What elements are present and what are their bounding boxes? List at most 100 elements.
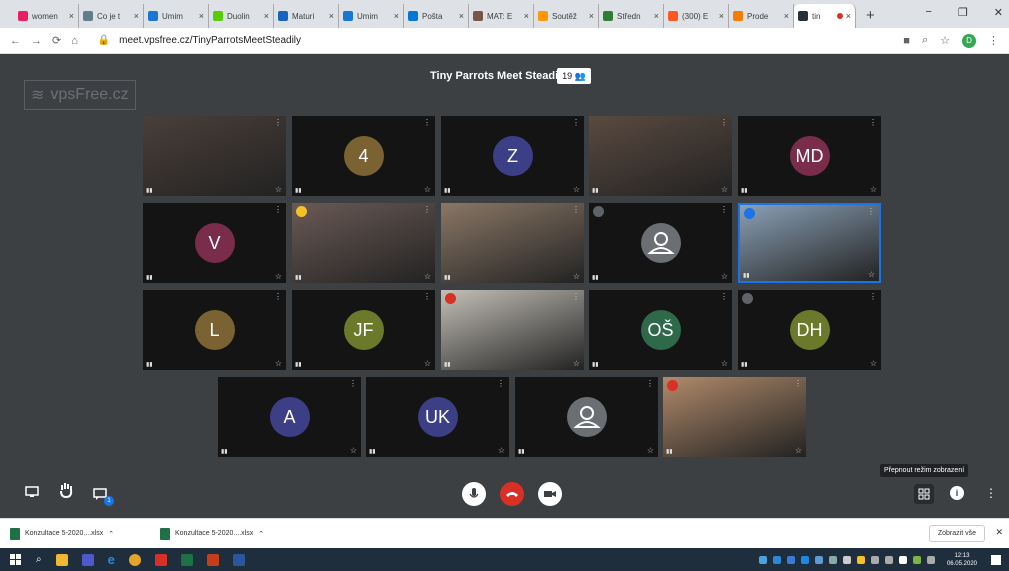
- tab-close-icon[interactable]: ×: [846, 11, 851, 21]
- browser-tab[interactable]: Pošta ×: [404, 4, 469, 28]
- participant-tile[interactable]: ⋮ ☆ ▮▮: [589, 203, 732, 283]
- close-window-button[interactable]: ✕: [994, 6, 1003, 19]
- back-icon[interactable]: ←: [10, 35, 21, 47]
- pin-star-icon[interactable]: ☆: [424, 359, 431, 368]
- pin-star-icon[interactable]: ☆: [350, 446, 357, 455]
- download-item[interactable]: Konzultace 5-2020....xlsx ⌃: [10, 527, 160, 540]
- browser-tab-active[interactable]: tin ×: [794, 4, 856, 28]
- tab-close-icon[interactable]: ×: [134, 11, 139, 21]
- participant-tile[interactable]: ⋮ ☆ ▮▮: [663, 377, 806, 457]
- tile-more-icon[interactable]: ⋮: [720, 292, 728, 301]
- tile-more-icon[interactable]: ⋮: [572, 292, 580, 301]
- participant-tile[interactable]: ⋮ ☆ ▮▮: [292, 203, 435, 283]
- browser-tab[interactable]: MAT: E ×: [469, 4, 534, 28]
- excel-icon[interactable]: [180, 553, 193, 566]
- browser-tab[interactable]: Soutěž ×: [534, 4, 599, 28]
- camera-button[interactable]: [538, 482, 562, 506]
- info-button[interactable]: i: [950, 486, 964, 500]
- pin-star-icon[interactable]: ☆: [721, 359, 728, 368]
- camera-permission-icon[interactable]: ■: [903, 35, 910, 47]
- browser-tab[interactable]: Středn ×: [599, 4, 664, 28]
- word-icon[interactable]: [232, 553, 245, 566]
- participant-tile[interactable]: ⋮ ☆ ▮▮: [441, 203, 584, 283]
- tile-more-icon[interactable]: ⋮: [274, 292, 282, 301]
- home-icon[interactable]: ⌂: [71, 35, 78, 47]
- pin-star-icon[interactable]: ☆: [275, 359, 282, 368]
- tray-icon[interactable]: [800, 555, 809, 564]
- tray-icon[interactable]: [814, 555, 823, 564]
- pin-star-icon[interactable]: ☆: [721, 272, 728, 281]
- browser-tab[interactable]: Maturi ×: [274, 4, 339, 28]
- tray-icon[interactable]: [758, 555, 767, 564]
- taskbar-clock[interactable]: 12:13 06.05.2020: [947, 552, 977, 568]
- browser-tab[interactable]: women ×: [14, 4, 79, 28]
- tab-close-icon[interactable]: ×: [589, 11, 594, 21]
- tab-close-icon[interactable]: ×: [394, 11, 399, 21]
- tab-close-icon[interactable]: ×: [524, 11, 529, 21]
- tile-more-icon[interactable]: ⋮: [646, 379, 654, 388]
- hangup-button[interactable]: [500, 482, 524, 506]
- participant-tile[interactable]: ⋮ ☆ ▮▮: [589, 116, 732, 196]
- tile-more-icon[interactable]: ⋮: [867, 207, 875, 216]
- maximize-button[interactable]: ❐: [958, 6, 968, 19]
- tile-more-icon[interactable]: ⋮: [869, 118, 877, 127]
- browser-menu-icon[interactable]: ⋮: [988, 34, 999, 47]
- tab-close-icon[interactable]: ×: [719, 11, 724, 21]
- powerpoint-icon[interactable]: [206, 553, 219, 566]
- battery-icon[interactable]: [898, 555, 907, 564]
- pin-star-icon[interactable]: ☆: [573, 185, 580, 194]
- chrome-icon[interactable]: [128, 553, 141, 566]
- tray-icon[interactable]: [828, 555, 837, 564]
- browser-tab[interactable]: Prode ×: [729, 4, 794, 28]
- browser-tab[interactable]: Duolin ×: [209, 4, 274, 28]
- tab-close-icon[interactable]: ×: [199, 11, 204, 21]
- chevron-up-icon[interactable]: ⌃: [258, 530, 264, 538]
- tray-icon[interactable]: [786, 555, 795, 564]
- tile-more-icon[interactable]: ⋮: [869, 292, 877, 301]
- tile-more-icon[interactable]: ⋮: [497, 379, 505, 388]
- search-icon[interactable]: ⌕: [36, 554, 42, 565]
- tile-more-icon[interactable]: ⋮: [572, 118, 580, 127]
- keyboard-icon[interactable]: [926, 555, 935, 564]
- participant-tile[interactable]: OŠ ⋮ ☆ ▮▮: [589, 290, 732, 370]
- tile-more-icon[interactable]: ⋮: [794, 379, 802, 388]
- bookmark-star-icon[interactable]: ☆: [940, 34, 950, 47]
- tile-more-icon[interactable]: ⋮: [423, 118, 431, 127]
- tile-more-icon[interactable]: ⋮: [720, 118, 728, 127]
- pdf-reader-icon[interactable]: [154, 553, 167, 566]
- participant-tile[interactable]: A ⋮ ☆ ▮▮: [218, 377, 361, 457]
- tab-close-icon[interactable]: ×: [264, 11, 269, 21]
- participant-tile[interactable]: ⋮ ☆ ▮▮: [515, 377, 658, 457]
- tab-close-icon[interactable]: ×: [784, 11, 789, 21]
- participant-tile[interactable]: L ⋮ ☆ ▮▮: [143, 290, 286, 370]
- close-downloads-bar-icon[interactable]: ✕: [995, 527, 1003, 538]
- participant-tile[interactable]: DH ⋮ ☆ ▮▮: [738, 290, 881, 370]
- url-field[interactable]: 🔒 meet.vpsfree.cz/TinyParrotsMeetSteadil…: [98, 35, 893, 46]
- download-item[interactable]: Konzultace 5-2020....xlsx ⌃: [160, 527, 310, 540]
- pin-star-icon[interactable]: ☆: [647, 446, 654, 455]
- zoom-icon[interactable]: ⌕: [922, 34, 928, 47]
- participant-tile[interactable]: ⋮ ☆ ▮▮: [738, 203, 881, 283]
- network-icon[interactable]: [870, 555, 879, 564]
- pin-star-icon[interactable]: ☆: [795, 446, 802, 455]
- browser-tab[interactable]: Co je t ×: [79, 4, 144, 28]
- new-tab-button[interactable]: +: [866, 4, 875, 28]
- volume-icon[interactable]: [884, 555, 893, 564]
- tile-more-icon[interactable]: ⋮: [720, 205, 728, 214]
- windows-start-icon[interactable]: [10, 553, 22, 566]
- participant-tile[interactable]: ⋮ ☆ ▮▮: [441, 290, 584, 370]
- tile-more-icon[interactable]: ⋮: [423, 205, 431, 214]
- tile-more-icon[interactable]: ⋮: [572, 205, 580, 214]
- participant-tile[interactable]: MD ⋮ ☆ ▮▮: [738, 116, 881, 196]
- more-options-button[interactable]: ⋮: [985, 486, 997, 500]
- browser-tab[interactable]: Umim ×: [144, 4, 209, 28]
- participant-tile[interactable]: ⋮ ☆ ▮▮: [143, 116, 286, 196]
- pin-star-icon[interactable]: ☆: [424, 272, 431, 281]
- raise-hand-button[interactable]: [58, 482, 74, 498]
- file-explorer-icon[interactable]: [55, 553, 68, 566]
- minimize-button[interactable]: −: [925, 6, 931, 19]
- tab-close-icon[interactable]: ×: [69, 11, 74, 21]
- pin-star-icon[interactable]: ☆: [573, 359, 580, 368]
- participant-count-button[interactable]: 19 👥: [557, 68, 591, 84]
- pin-star-icon[interactable]: ☆: [424, 185, 431, 194]
